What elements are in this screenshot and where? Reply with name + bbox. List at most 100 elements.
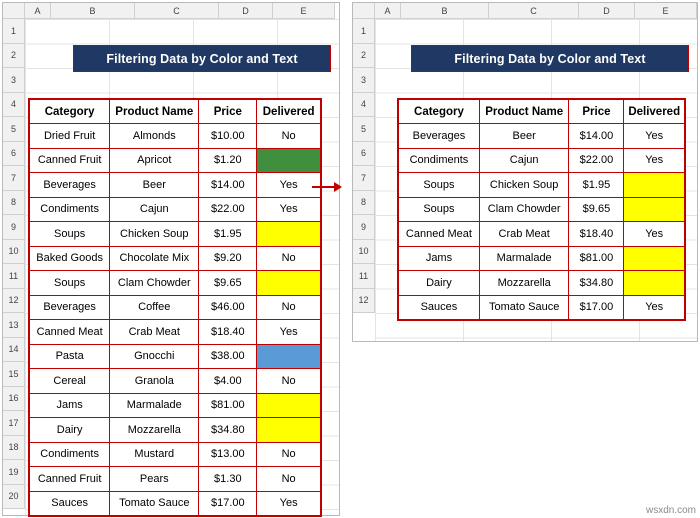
column-title-delivered: Delivered — [623, 98, 686, 124]
cell-product-name: Beer — [109, 172, 200, 198]
cell-category: Jams — [28, 392, 111, 418]
cell-category: Soups — [28, 270, 111, 296]
cell-price: $22.00 — [568, 147, 625, 173]
row-header-7[interactable]: 7 — [353, 166, 375, 191]
cell-price: $13.00 — [198, 441, 258, 467]
cell-product-name: Chicken Soup — [109, 221, 200, 247]
table-row: Condiments Cajun $22.00 Yes — [28, 196, 322, 222]
table-row: Dairy Mozzarella $34.80 — [28, 417, 322, 443]
cell-price: $10.00 — [198, 123, 258, 149]
cell-price: $9.65 — [568, 196, 625, 222]
row-header-9[interactable]: 9 — [353, 215, 375, 240]
row-header-17[interactable]: 17 — [3, 411, 25, 436]
cell-category: Beverages — [28, 294, 111, 320]
cell-category: Dairy — [397, 270, 480, 296]
cell-delivered — [623, 245, 686, 271]
cell-category: Soups — [397, 196, 480, 222]
cell-price: $17.00 — [568, 294, 625, 320]
row-header-6[interactable]: 6 — [353, 141, 375, 166]
left-select-all-corner[interactable] — [3, 3, 25, 19]
table-row: Jams Marmalade $81.00 — [397, 245, 686, 271]
row-header-7[interactable]: 7 — [3, 166, 25, 191]
cell-delivered: Yes — [623, 221, 686, 247]
column-header-e[interactable]: E — [635, 3, 697, 19]
cell-product-name: Marmalade — [478, 245, 570, 271]
row-header-19[interactable]: 19 — [3, 460, 25, 485]
left-data-table[interactable]: Category Product Name Price Delivered Dried… — [28, 98, 322, 517]
cell-price: $81.00 — [568, 245, 625, 271]
row-header-10[interactable]: 10 — [353, 239, 375, 264]
column-header-b[interactable]: B — [51, 3, 135, 19]
column-header-d[interactable]: D — [579, 3, 635, 19]
cell-delivered: No — [256, 466, 322, 492]
row-header-5[interactable]: 5 — [353, 117, 375, 142]
row-header-5[interactable]: 5 — [3, 117, 25, 142]
cell-product-name: Gnocchi — [109, 343, 200, 369]
table-row: Soups Chicken Soup $1.95 — [28, 221, 322, 247]
cell-price: $18.40 — [198, 319, 258, 345]
cell-price: $34.80 — [568, 270, 625, 296]
row-header-14[interactable]: 14 — [3, 337, 25, 362]
row-header-12[interactable]: 12 — [3, 288, 25, 313]
watermark-label: wsxdn.com — [645, 505, 696, 516]
row-header-20[interactable]: 20 — [3, 484, 25, 509]
cell-delivered — [623, 270, 686, 296]
table-row: Beverages Coffee $46.00 No — [28, 294, 322, 320]
row-header-11[interactable]: 11 — [353, 264, 375, 289]
cell-price: $9.20 — [198, 245, 258, 271]
cell-category: Canned Fruit — [28, 147, 111, 173]
row-header-10[interactable]: 10 — [3, 239, 25, 264]
row-header-2[interactable]: 2 — [3, 43, 25, 68]
left-column-headers: ABCDE — [3, 3, 335, 19]
column-title-price: Price — [198, 98, 258, 124]
left-grid: ABCDE 1 2 3 4 5 6 7 8 9 10 11 12 13 14 15 16 17 18 19 20 Fi… — [3, 3, 339, 517]
column-header-b[interactable]: B — [401, 3, 489, 19]
row-header-3[interactable]: 3 — [3, 68, 25, 93]
cell-product-name: Tomato Sauce — [478, 294, 570, 320]
right-data-table[interactable]: Category Product Name Price Delivered Bever… — [397, 98, 686, 321]
cell-product-name: Apricot — [109, 147, 200, 173]
table-row: Beverages Beer $14.00 Yes — [397, 123, 686, 149]
cell-delivered — [623, 196, 686, 222]
cell-category: Sauces — [28, 490, 111, 516]
cell-delivered: Yes — [256, 490, 322, 516]
row-header-12[interactable]: 12 — [353, 288, 375, 313]
column-header-c[interactable]: C — [135, 3, 219, 19]
cell-price: $1.30 — [198, 466, 258, 492]
row-header-1[interactable]: 1 — [353, 19, 375, 44]
cell-price: $34.80 — [198, 417, 258, 443]
row-header-6[interactable]: 6 — [3, 141, 25, 166]
row-header-8[interactable]: 8 — [3, 190, 25, 215]
table-row: Jams Marmalade $81.00 — [28, 392, 322, 418]
left-spreadsheet-pane: ABCDE 1 2 3 4 5 6 7 8 9 10 11 12 13 14 15 16 17 18 19 20 Fi… — [2, 2, 340, 517]
row-header-13[interactable]: 13 — [3, 313, 25, 338]
cell-category: Cereal — [28, 368, 111, 394]
cell-product-name: Tomato Sauce — [109, 490, 200, 516]
row-header-4[interactable]: 4 — [353, 92, 375, 117]
column-header-a[interactable]: A — [375, 3, 401, 19]
column-header-c[interactable]: C — [489, 3, 579, 19]
column-header-d[interactable]: D — [219, 3, 273, 19]
cell-category: Dried Fruit — [28, 123, 111, 149]
row-header-8[interactable]: 8 — [353, 190, 375, 215]
right-select-all-corner[interactable] — [353, 3, 375, 19]
right-row-headers: 1 2 3 4 5 6 7 8 9 10 11 12 — [353, 19, 375, 313]
row-header-4[interactable]: 4 — [3, 92, 25, 117]
column-header-e[interactable]: E — [273, 3, 335, 19]
row-header-1[interactable]: 1 — [3, 19, 25, 44]
row-header-11[interactable]: 11 — [3, 264, 25, 289]
cell-delivered — [623, 172, 686, 198]
row-header-2[interactable]: 2 — [353, 43, 375, 68]
row-header-18[interactable]: 18 — [3, 435, 25, 460]
row-header-3[interactable]: 3 — [353, 68, 375, 93]
left-header-row: Category Product Name Price Delivered — [28, 98, 322, 124]
column-title-product-name: Product Name — [478, 98, 570, 124]
cell-delivered: No — [256, 441, 322, 467]
row-header-9[interactable]: 9 — [3, 215, 25, 240]
row-header-16[interactable]: 16 — [3, 386, 25, 411]
cell-delivered: No — [256, 123, 322, 149]
column-header-a[interactable]: A — [25, 3, 51, 19]
row-header-15[interactable]: 15 — [3, 362, 25, 387]
cell-delivered: Yes — [256, 196, 322, 222]
cell-product-name: Marmalade — [109, 392, 200, 418]
